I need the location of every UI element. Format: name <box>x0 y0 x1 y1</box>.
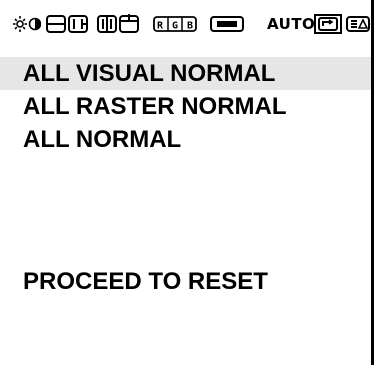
vertical-position-icon[interactable] <box>97 14 117 34</box>
screen-icon[interactable] <box>205 14 249 34</box>
menu-item-label: ALL NORMAL <box>23 126 182 153</box>
horizontal-position-icon[interactable] <box>46 14 66 34</box>
recall-icon[interactable] <box>314 14 342 34</box>
right-border <box>371 0 374 365</box>
osd-icon-bar: RGB AUTO <box>13 14 370 34</box>
brightness-contrast-icon[interactable] <box>13 14 41 34</box>
proceed-to-reset-button[interactable]: PROCEED TO RESET <box>23 265 268 298</box>
rgb-icon[interactable]: RGB <box>153 14 197 34</box>
horizontal-size-icon[interactable] <box>68 14 88 34</box>
factory-reset-icon[interactable] <box>346 14 370 34</box>
menu-item-label: ALL RASTER NORMAL <box>23 93 287 120</box>
menu-item-all-visual-normal[interactable]: ALL VISUAL NORMAL <box>0 57 371 90</box>
auto-adjust-icon[interactable]: AUTO <box>267 15 315 33</box>
vertical-size-icon[interactable] <box>119 14 139 34</box>
reset-options-menu: ALL VISUAL NORMAL ALL RASTER NORMAL ALL … <box>0 57 371 156</box>
rgb-icon-label: RGB <box>157 21 193 32</box>
menu-item-label: ALL VISUAL NORMAL <box>23 60 276 87</box>
menu-item-all-normal[interactable]: ALL NORMAL <box>0 123 371 156</box>
menu-item-all-raster-normal[interactable]: ALL RASTER NORMAL <box>0 90 371 123</box>
